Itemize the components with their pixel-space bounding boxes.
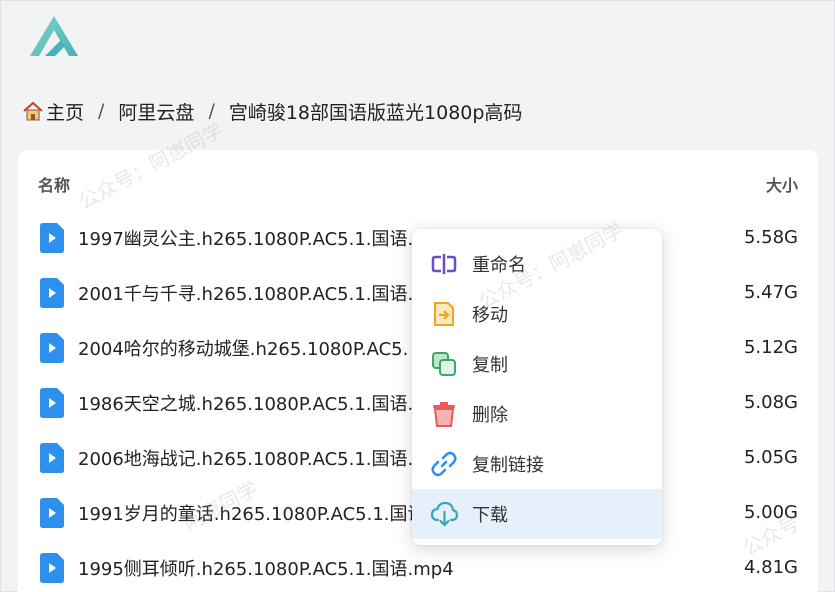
menu-item-label: 移动 [472, 305, 508, 326]
video-file-icon [40, 552, 64, 583]
menu-item-copy[interactable]: 复制 [412, 339, 662, 389]
breadcrumb-home[interactable]: 主页 [22, 98, 84, 125]
app-logo[interactable] [28, 14, 80, 60]
video-file-icon [40, 277, 64, 308]
menu-item-label: 重命名 [472, 255, 526, 276]
file-size: 5.08G [743, 392, 798, 413]
file-name: 2006地海战记.h265.1080P.AC5.1.国语. [78, 448, 414, 470]
file-name: 1986天空之城.h265.1080P.AC5.1.国语. [78, 393, 414, 415]
file-size: 5.12G [743, 337, 798, 358]
menu-item-move[interactable]: 移动 [412, 289, 662, 339]
menu-item-rename[interactable]: 重命名 [412, 239, 662, 289]
table-header: 名称 大小 [18, 166, 818, 202]
file-size: 5.58G [743, 227, 798, 248]
file-size: 5.47G [743, 282, 798, 303]
menu-item-label: 下载 [472, 505, 508, 526]
column-header-size[interactable]: 大小 [766, 172, 798, 196]
breadcrumb-drive[interactable]: 阿里云盘 [118, 98, 194, 125]
file-name: 1991岁月的童话.h265.1080P.AC5.1.国语 [78, 503, 426, 525]
menu-item-label: 复制 [472, 355, 508, 376]
video-file-icon [40, 387, 64, 418]
move-icon [430, 300, 458, 328]
rename-icon [430, 250, 458, 278]
menu-item-download[interactable]: 下载 [412, 489, 662, 539]
file-name: 2001千与千寻.h265.1080P.AC5.1.国语. [78, 283, 414, 305]
link-icon [430, 450, 458, 478]
copy-icon [430, 350, 458, 378]
menu-item-copy-link[interactable]: 复制链接 [412, 439, 662, 489]
video-file-icon [40, 222, 64, 253]
video-file-icon [40, 442, 64, 473]
file-size: 5.00G [743, 502, 798, 523]
menu-item-delete[interactable]: 删除 [412, 389, 662, 439]
file-name: 1995侧耳倾听.h265.1080P.AC5.1.国语.mp4 [78, 558, 454, 580]
file-size: 4.81G [743, 557, 798, 578]
video-file-icon [40, 497, 64, 528]
breadcrumb: 主页 / 阿里云盘 / 宫崎骏18部国语版蓝光1080p高码 [22, 96, 522, 126]
table-row[interactable]: 1995侧耳倾听.h265.1080P.AC5.1.国语.mp4 4.81G [18, 540, 818, 592]
context-menu: 重命名 移动 复制 删除 复制链接 下载 [412, 229, 662, 545]
trash-icon [430, 400, 458, 428]
column-header-name[interactable]: 名称 [38, 172, 70, 196]
breadcrumb-home-label: 主页 [46, 101, 85, 124]
breadcrumb-separator: / [98, 100, 105, 122]
menu-item-label: 删除 [472, 405, 508, 426]
file-size: 5.05G [743, 447, 798, 468]
file-name: 2004哈尔的移动城堡.h265.1080P.AC5. [78, 338, 409, 360]
file-name: 1997幽灵公主.h265.1080P.AC5.1.国语. [78, 228, 414, 250]
breadcrumb-current-folder[interactable]: 宫崎骏18部国语版蓝光1080p高码 [229, 98, 523, 125]
video-file-icon [40, 332, 64, 363]
cloud-download-icon [430, 500, 459, 528]
home-icon [22, 100, 44, 122]
menu-item-label: 复制链接 [472, 455, 544, 476]
breadcrumb-separator: / [208, 100, 215, 122]
